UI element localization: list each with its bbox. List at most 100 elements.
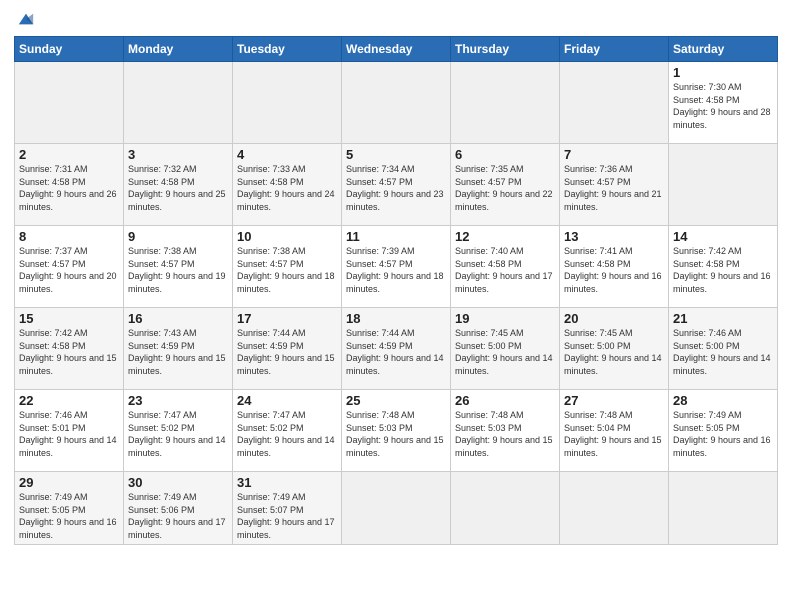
day-info: Sunrise: 7:42 AMSunset: 4:58 PMDaylight:… [673, 245, 773, 295]
day-info: Sunrise: 7:48 AMSunset: 5:03 PMDaylight:… [455, 409, 555, 459]
calendar-cell [342, 62, 451, 144]
calendar-cell [669, 472, 778, 545]
calendar-cell: 28Sunrise: 7:49 AMSunset: 5:05 PMDayligh… [669, 390, 778, 472]
calendar-cell: 6Sunrise: 7:35 AMSunset: 4:57 PMDaylight… [451, 144, 560, 226]
day-number: 11 [346, 229, 446, 244]
week-row-2: 2Sunrise: 7:31 AMSunset: 4:58 PMDaylight… [15, 144, 778, 226]
day-number: 20 [564, 311, 664, 326]
calendar-cell: 20Sunrise: 7:45 AMSunset: 5:00 PMDayligh… [560, 308, 669, 390]
calendar-cell [560, 62, 669, 144]
calendar-cell: 31Sunrise: 7:49 AMSunset: 5:07 PMDayligh… [233, 472, 342, 545]
calendar-cell [15, 62, 124, 144]
weekday-header-wednesday: Wednesday [342, 37, 451, 62]
calendar-cell: 17Sunrise: 7:44 AMSunset: 4:59 PMDayligh… [233, 308, 342, 390]
calendar-cell: 25Sunrise: 7:48 AMSunset: 5:03 PMDayligh… [342, 390, 451, 472]
day-number: 3 [128, 147, 228, 162]
day-number: 1 [673, 65, 773, 80]
day-number: 10 [237, 229, 337, 244]
day-info: Sunrise: 7:39 AMSunset: 4:57 PMDaylight:… [346, 245, 446, 295]
day-info: Sunrise: 7:48 AMSunset: 5:04 PMDaylight:… [564, 409, 664, 459]
day-info: Sunrise: 7:49 AMSunset: 5:05 PMDaylight:… [673, 409, 773, 459]
day-number: 24 [237, 393, 337, 408]
day-number: 8 [19, 229, 119, 244]
day-info: Sunrise: 7:41 AMSunset: 4:58 PMDaylight:… [564, 245, 664, 295]
day-number: 28 [673, 393, 773, 408]
day-info: Sunrise: 7:49 AMSunset: 5:06 PMDaylight:… [128, 491, 228, 541]
calendar-cell: 15Sunrise: 7:42 AMSunset: 4:58 PMDayligh… [15, 308, 124, 390]
week-row-3: 8Sunrise: 7:37 AMSunset: 4:57 PMDaylight… [15, 226, 778, 308]
week-row-1: 1Sunrise: 7:30 AMSunset: 4:58 PMDaylight… [15, 62, 778, 144]
calendar-cell: 22Sunrise: 7:46 AMSunset: 5:01 PMDayligh… [15, 390, 124, 472]
weekday-header-saturday: Saturday [669, 37, 778, 62]
day-info: Sunrise: 7:48 AMSunset: 5:03 PMDaylight:… [346, 409, 446, 459]
calendar-cell: 30Sunrise: 7:49 AMSunset: 5:06 PMDayligh… [124, 472, 233, 545]
calendar-cell: 24Sunrise: 7:47 AMSunset: 5:02 PMDayligh… [233, 390, 342, 472]
day-info: Sunrise: 7:33 AMSunset: 4:58 PMDaylight:… [237, 163, 337, 213]
calendar-cell [669, 144, 778, 226]
day-info: Sunrise: 7:36 AMSunset: 4:57 PMDaylight:… [564, 163, 664, 213]
day-number: 6 [455, 147, 555, 162]
day-info: Sunrise: 7:49 AMSunset: 5:05 PMDaylight:… [19, 491, 119, 541]
calendar-cell: 23Sunrise: 7:47 AMSunset: 5:02 PMDayligh… [124, 390, 233, 472]
day-number: 16 [128, 311, 228, 326]
page: SundayMondayTuesdayWednesdayThursdayFrid… [0, 0, 792, 612]
day-info: Sunrise: 7:46 AMSunset: 5:00 PMDaylight:… [673, 327, 773, 377]
day-info: Sunrise: 7:45 AMSunset: 5:00 PMDaylight:… [564, 327, 664, 377]
day-number: 25 [346, 393, 446, 408]
calendar-cell [124, 62, 233, 144]
day-number: 7 [564, 147, 664, 162]
day-info: Sunrise: 7:44 AMSunset: 4:59 PMDaylight:… [346, 327, 446, 377]
day-number: 22 [19, 393, 119, 408]
day-number: 27 [564, 393, 664, 408]
calendar-cell: 5Sunrise: 7:34 AMSunset: 4:57 PMDaylight… [342, 144, 451, 226]
day-info: Sunrise: 7:34 AMSunset: 4:57 PMDaylight:… [346, 163, 446, 213]
day-number: 4 [237, 147, 337, 162]
day-number: 18 [346, 311, 446, 326]
calendar-cell: 9Sunrise: 7:38 AMSunset: 4:57 PMDaylight… [124, 226, 233, 308]
weekday-header-tuesday: Tuesday [233, 37, 342, 62]
day-info: Sunrise: 7:46 AMSunset: 5:01 PMDaylight:… [19, 409, 119, 459]
calendar-cell: 8Sunrise: 7:37 AMSunset: 4:57 PMDaylight… [15, 226, 124, 308]
calendar-cell: 1Sunrise: 7:30 AMSunset: 4:58 PMDaylight… [669, 62, 778, 144]
calendar-cell: 2Sunrise: 7:31 AMSunset: 4:58 PMDaylight… [15, 144, 124, 226]
week-row-6: 29Sunrise: 7:49 AMSunset: 5:05 PMDayligh… [15, 472, 778, 545]
day-info: Sunrise: 7:37 AMSunset: 4:57 PMDaylight:… [19, 245, 119, 295]
weekday-header-sunday: Sunday [15, 37, 124, 62]
calendar-cell [342, 472, 451, 545]
day-number: 23 [128, 393, 228, 408]
day-number: 30 [128, 475, 228, 490]
day-info: Sunrise: 7:38 AMSunset: 4:57 PMDaylight:… [128, 245, 228, 295]
calendar-cell: 12Sunrise: 7:40 AMSunset: 4:58 PMDayligh… [451, 226, 560, 308]
logo-area [14, 10, 37, 28]
calendar-cell: 13Sunrise: 7:41 AMSunset: 4:58 PMDayligh… [560, 226, 669, 308]
day-number: 26 [455, 393, 555, 408]
day-info: Sunrise: 7:47 AMSunset: 5:02 PMDaylight:… [128, 409, 228, 459]
calendar-cell: 4Sunrise: 7:33 AMSunset: 4:58 PMDaylight… [233, 144, 342, 226]
day-number: 13 [564, 229, 664, 244]
day-info: Sunrise: 7:44 AMSunset: 4:59 PMDaylight:… [237, 327, 337, 377]
day-number: 21 [673, 311, 773, 326]
calendar-cell [451, 62, 560, 144]
header [14, 10, 778, 28]
calendar-cell: 3Sunrise: 7:32 AMSunset: 4:58 PMDaylight… [124, 144, 233, 226]
day-info: Sunrise: 7:35 AMSunset: 4:57 PMDaylight:… [455, 163, 555, 213]
day-info: Sunrise: 7:40 AMSunset: 4:58 PMDaylight:… [455, 245, 555, 295]
calendar-cell: 18Sunrise: 7:44 AMSunset: 4:59 PMDayligh… [342, 308, 451, 390]
day-info: Sunrise: 7:45 AMSunset: 5:00 PMDaylight:… [455, 327, 555, 377]
calendar-cell: 7Sunrise: 7:36 AMSunset: 4:57 PMDaylight… [560, 144, 669, 226]
day-info: Sunrise: 7:30 AMSunset: 4:58 PMDaylight:… [673, 81, 773, 131]
day-number: 15 [19, 311, 119, 326]
day-number: 14 [673, 229, 773, 244]
weekday-header-friday: Friday [560, 37, 669, 62]
logo [14, 10, 37, 28]
day-info: Sunrise: 7:47 AMSunset: 5:02 PMDaylight:… [237, 409, 337, 459]
day-number: 31 [237, 475, 337, 490]
day-number: 29 [19, 475, 119, 490]
weekday-header-thursday: Thursday [451, 37, 560, 62]
calendar-cell [233, 62, 342, 144]
calendar-cell: 11Sunrise: 7:39 AMSunset: 4:57 PMDayligh… [342, 226, 451, 308]
day-number: 12 [455, 229, 555, 244]
day-number: 9 [128, 229, 228, 244]
day-info: Sunrise: 7:49 AMSunset: 5:07 PMDaylight:… [237, 491, 337, 541]
week-row-5: 22Sunrise: 7:46 AMSunset: 5:01 PMDayligh… [15, 390, 778, 472]
